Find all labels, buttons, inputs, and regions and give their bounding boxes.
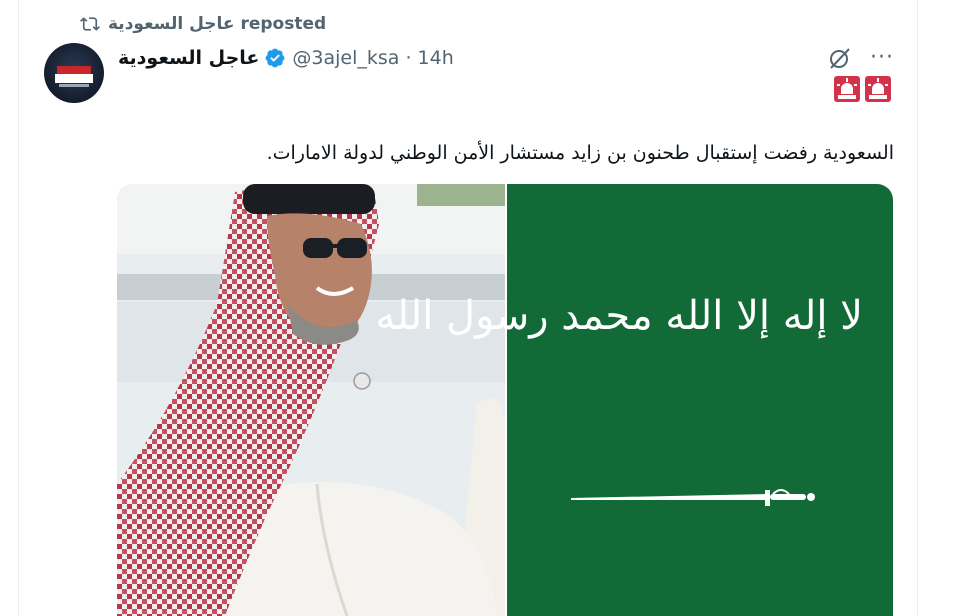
handle-and-time[interactable]: @3ajel_ksa · 14h [292, 47, 453, 69]
avatar-logo-white-band [55, 74, 93, 83]
rotating-light-emoji-icon [834, 76, 860, 102]
avatar-logo-red-band [57, 66, 91, 74]
man-portrait-illustration [117, 184, 505, 616]
verified-badge-icon[interactable] [264, 47, 286, 69]
media-photo-man[interactable] [117, 184, 505, 616]
saudi-flag-image[interactable]: لا إله إلا الله محمد رسول الله [375, 184, 893, 616]
repost-icon [80, 17, 100, 31]
repost-context[interactable]: عاجل السعودية reposted [80, 11, 326, 37]
flag-shahada-text: لا إله إلا الله محمد رسول الله [375, 293, 863, 339]
emoji-badges [834, 76, 891, 102]
sword-icon [571, 489, 815, 506]
repost-label: عاجل السعودية reposted [108, 14, 327, 34]
display-name[interactable]: عاجل السعودية [118, 47, 259, 69]
account-avatar[interactable] [44, 43, 104, 103]
grok-icon[interactable] [828, 46, 852, 70]
tweet-media[interactable]: لا إله إلا الله محمد رسول الله [117, 184, 893, 616]
avatar-logo-underline [59, 84, 89, 87]
tweet-top-actions: ··· [828, 46, 894, 70]
more-options-icon[interactable]: ··· [870, 47, 894, 69]
tweet-header: عاجل السعودية @3ajel_ksa · 14h [118, 44, 454, 72]
tweet-text: السعودية رفضت إستقبال طحنون بن زايد مستش… [266, 142, 894, 164]
rotating-light-emoji-icon [865, 76, 891, 102]
